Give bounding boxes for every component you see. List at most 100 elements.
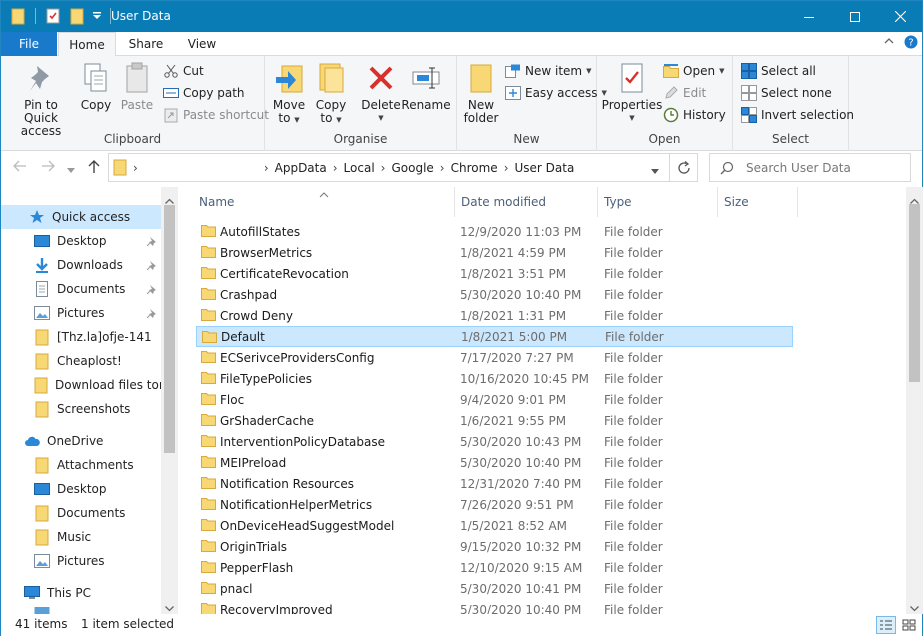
nav-this-pc[interactable]: This PC xyxy=(1,581,161,605)
chevron-right-icon[interactable]: › xyxy=(133,161,138,175)
table-row[interactable]: ECSerivceProvidersConfig 7/17/2020 7:27 P… xyxy=(196,347,793,368)
close-button[interactable] xyxy=(877,1,923,32)
nav-quick-folder[interactable]: Screenshots xyxy=(1,397,161,421)
column-header-date[interactable]: Date modified xyxy=(455,187,598,217)
customize-qat-icon[interactable] xyxy=(92,7,102,25)
invert-selection-button[interactable]: Invert selection xyxy=(741,105,854,125)
table-row[interactable]: CertificateRevocation 1/8/2021 3:51 PM Fil… xyxy=(196,263,793,284)
chevron-down-icon[interactable] xyxy=(165,601,174,614)
chevron-right-icon[interactable]: › xyxy=(504,161,509,175)
paste-button[interactable]: Paste xyxy=(117,60,157,112)
nav-quick-access[interactable]: Quick access xyxy=(1,205,161,229)
pin-icon[interactable] xyxy=(146,308,157,321)
back-arrow-icon[interactable] xyxy=(13,160,27,176)
select-none-button[interactable]: Select none xyxy=(741,83,832,103)
nav-onedrive-music[interactable]: Music xyxy=(1,525,161,549)
large-icons-view-icon[interactable] xyxy=(899,616,919,634)
rename-button[interactable]: Rename xyxy=(401,60,451,112)
help-icon[interactable]: ? xyxy=(904,35,918,52)
pin-to-quick-access-button[interactable]: Pin to Quick access xyxy=(7,60,75,138)
cut-button[interactable]: Cut xyxy=(163,61,204,81)
breadcrumb-google[interactable]: Google xyxy=(391,161,433,175)
table-row[interactable]: NotificationHelperMetrics 7/26/2020 9:51 … xyxy=(196,494,793,515)
breadcrumb-chrome[interactable]: Chrome xyxy=(451,161,498,175)
address-dropdown-icon[interactable] xyxy=(651,164,659,178)
chevron-right-icon[interactable]: › xyxy=(381,161,386,175)
up-arrow-icon[interactable] xyxy=(88,160,100,178)
copy-button[interactable]: Copy xyxy=(77,60,115,112)
recent-locations-icon[interactable] xyxy=(67,162,75,178)
table-row[interactable]: GrShaderCache 1/6/2021 9:55 PM File folder xyxy=(196,410,793,431)
table-row[interactable]: FileTypePolicies 10/16/2020 10:45 PM File … xyxy=(196,368,793,389)
chevron-down-icon[interactable] xyxy=(910,601,919,615)
chevron-right-icon[interactable]: › xyxy=(440,161,445,175)
pin-icon[interactable] xyxy=(146,236,157,249)
search-box[interactable]: Search User Data xyxy=(709,153,911,182)
nav-quick-desktop[interactable]: Desktop xyxy=(1,229,161,253)
column-header-size[interactable]: Size xyxy=(718,187,798,217)
table-row[interactable]: pnacl 5/30/2020 10:41 PM File folder xyxy=(196,578,793,599)
nav-quick-folder[interactable]: [Thz.la]ofje-141 xyxy=(1,325,161,349)
table-row[interactable]: Default 1/8/2021 5:00 PM File folder xyxy=(196,326,793,347)
nav-onedrive-attachments[interactable]: Attachments xyxy=(1,453,161,477)
nav-onedrive-documents[interactable]: Documents xyxy=(1,501,161,525)
tab-share[interactable]: Share xyxy=(119,32,173,56)
maximize-button[interactable] xyxy=(832,1,878,32)
nav-quick-folder[interactable]: Download files torre xyxy=(1,373,161,397)
table-row[interactable]: Notification Resources 12/31/2020 7:40 PM… xyxy=(196,473,793,494)
breadcrumb-appdata[interactable]: AppData xyxy=(275,161,327,175)
content-scrollbar-thumb[interactable] xyxy=(909,204,920,382)
table-row[interactable]: OnDeviceHeadSuggestModel 1/5/2021 8:52 AM… xyxy=(196,515,793,536)
easy-access-button[interactable]: Easy access ▼ xyxy=(505,83,607,103)
move-to-button[interactable]: Move to ▼ xyxy=(271,60,307,127)
refresh-button[interactable] xyxy=(669,154,697,181)
nav-partial-item[interactable] xyxy=(1,605,161,614)
properties-button[interactable]: Properties ▼ xyxy=(602,60,662,125)
select-all-button[interactable]: Select all xyxy=(741,61,816,81)
tab-file[interactable]: File xyxy=(1,32,57,56)
nav-quick-documents[interactable]: Documents xyxy=(1,277,161,301)
pin-icon[interactable] xyxy=(146,260,157,273)
minimize-button[interactable] xyxy=(786,1,832,32)
copy-path-button[interactable]: Copy path xyxy=(163,83,245,103)
column-header-type[interactable]: Type xyxy=(598,187,718,217)
delete-button[interactable]: Delete ▼ xyxy=(361,60,401,125)
chevron-right-icon[interactable]: › xyxy=(333,161,338,175)
table-row[interactable]: PepperFlash 12/10/2020 9:15 AM File folder xyxy=(196,557,793,578)
details-view-icon[interactable] xyxy=(876,616,896,634)
table-row[interactable]: Crowd Deny 1/8/2021 1:31 PM File folder xyxy=(196,305,793,326)
edit-button[interactable]: Edit xyxy=(663,83,706,103)
copy-to-button[interactable]: Copy to ▼ xyxy=(313,60,349,127)
nav-quick-pictures[interactable]: Pictures xyxy=(1,301,161,325)
forward-arrow-icon[interactable] xyxy=(41,160,55,176)
table-row[interactable]: MEIPreload 5/30/2020 10:40 PM File folder xyxy=(196,452,793,473)
breadcrumb-local[interactable]: Local xyxy=(344,161,375,175)
new-folder-qat-icon[interactable] xyxy=(68,7,86,25)
table-row[interactable]: Crashpad 5/30/2020 10:40 PM File folder xyxy=(196,284,793,305)
nav-quick-folder[interactable]: Cheaplost! xyxy=(1,349,161,373)
tab-home[interactable]: Home xyxy=(58,32,116,57)
open-button[interactable]: Open ▼ xyxy=(663,61,724,81)
nav-onedrive[interactable]: OneDrive xyxy=(1,429,161,453)
table-row[interactable]: BrowserMetrics 1/8/2021 4:59 PM File folde… xyxy=(196,242,793,263)
breadcrumb-user-data[interactable]: User Data xyxy=(515,161,575,175)
table-row[interactable]: Floc 9/4/2020 9:01 PM File folder xyxy=(196,389,793,410)
table-row[interactable]: RecoveryImproved 5/30/2020 10:40 PM File f… xyxy=(196,599,793,614)
properties-qat-icon[interactable] xyxy=(44,7,62,25)
table-row[interactable]: AutofillStates 12/9/2020 11:03 PM File fol… xyxy=(196,221,793,242)
column-header-name[interactable]: Name xyxy=(193,187,455,217)
table-row[interactable]: InterventionPolicyDatabase 5/30/2020 10:4… xyxy=(196,431,793,452)
history-button[interactable]: History xyxy=(663,105,726,125)
new-folder-button[interactable]: New folder xyxy=(461,60,501,125)
table-row[interactable]: OriginTrials 9/15/2020 10:32 PM File folde… xyxy=(196,536,793,557)
nav-onedrive-desktop[interactable]: Desktop xyxy=(1,477,161,501)
chevron-up-icon[interactable] xyxy=(883,35,895,50)
nav-onedrive-pictures[interactable]: Pictures xyxy=(1,549,161,573)
pin-icon[interactable] xyxy=(146,284,157,297)
nav-quick-downloads[interactable]: Downloads xyxy=(1,253,161,277)
address-bar[interactable]: › › AppData › Local › Google › Chrome › … xyxy=(108,153,698,182)
new-item-button[interactable]: New item ▼ xyxy=(505,61,592,81)
chevron-right-icon[interactable]: › xyxy=(264,161,269,175)
nav-scrollbar-thumb[interactable] xyxy=(164,205,175,453)
tab-view[interactable]: View xyxy=(176,32,228,56)
